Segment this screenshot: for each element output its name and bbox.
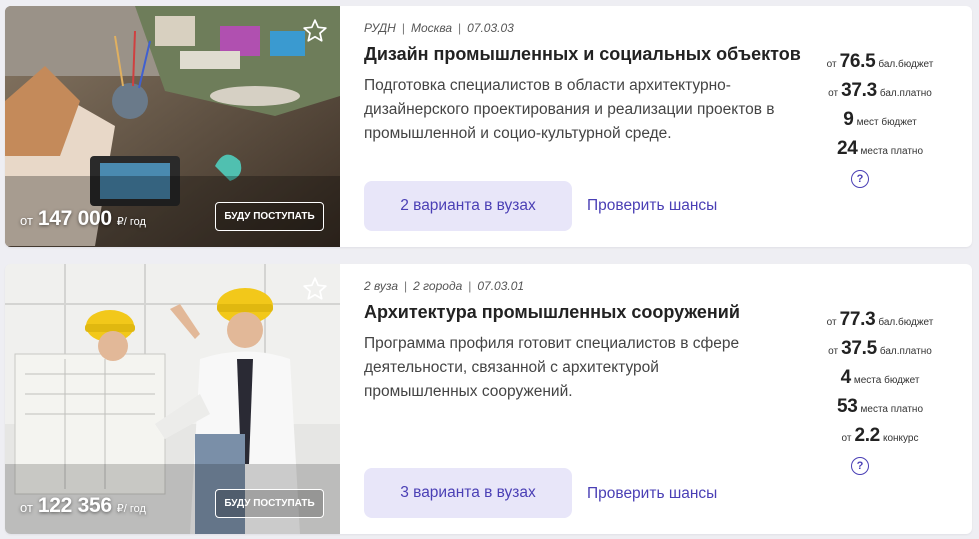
stat-value: 53 (836, 396, 858, 417)
help-icon[interactable]: ? (851, 170, 869, 188)
stat-label: места платно (860, 146, 924, 157)
price-from: от (20, 500, 33, 515)
price-amount: 147 000 (37, 207, 112, 230)
stat-value: 9 (843, 109, 854, 130)
program-photo[interactable]: от 147 000 ₽/ год БУДУ ПОСТУПАТЬ (5, 6, 340, 247)
program-description: Программа профиля готовит специалистов в… (364, 335, 740, 400)
meta-separator: | (404, 279, 408, 293)
stat-value: 4 (840, 367, 852, 388)
stat-paid-score: от 37.3 бал.платно (825, 80, 935, 102)
program-title[interactable]: Архитектура промышленных сооружений (364, 302, 740, 323)
program-info: 2 вуза | 2 города | 07.03.01 Архитектура… (364, 264, 804, 534)
check-chances-link[interactable]: Проверить шансы (587, 485, 717, 503)
meta-university[interactable]: РУДН (364, 21, 396, 35)
price-unit: ₽/ год (116, 503, 146, 515)
stat-paid-score: от 37.5 бал.платно (825, 338, 935, 360)
price: от 147 000 ₽/ год (20, 207, 146, 231)
meta-universities[interactable]: 2 вуза (364, 279, 398, 293)
stat-value: 24 (836, 138, 858, 159)
favorite-button[interactable] (302, 276, 330, 304)
stat-value: 77.3 (839, 309, 876, 330)
stat-label: бал.платно (879, 88, 932, 99)
price-amount: 122 356 (37, 494, 112, 517)
stat-label: бал.бюджет (878, 59, 934, 70)
meta-cities: 2 города (413, 279, 463, 293)
stat-prefix: от (826, 317, 837, 328)
price: от 122 356 ₽/ год (20, 494, 146, 518)
stat-label: места платно (860, 404, 924, 415)
stat-label: бал.платно (879, 346, 932, 357)
program-photo[interactable]: от 122 356 ₽/ год БУДУ ПОСТУПАТЬ (5, 264, 340, 534)
check-chances-link[interactable]: Проверить шансы (587, 197, 717, 215)
apply-button[interactable]: БУДУ ПОСТУПАТЬ (215, 202, 324, 231)
stat-competition: от 2.2 конкурс (825, 425, 935, 447)
meta-separator: | (468, 279, 472, 293)
meta-separator: | (401, 21, 405, 35)
stat-budget-places: 4 места бюджет (825, 367, 935, 389)
stat-prefix: от (828, 346, 839, 357)
stat-paid-places: 24 места платно (825, 138, 935, 160)
program-description: Подготовка специалистов в области архите… (364, 77, 775, 142)
stat-paid-places: 53 места платно (825, 396, 935, 418)
program-info: РУДН | Москва | 07.03.03 Дизайн промышле… (364, 6, 804, 247)
star-icon (303, 277, 327, 300)
apply-button[interactable]: БУДУ ПОСТУПАТЬ (215, 489, 324, 518)
star-icon (303, 19, 327, 42)
stat-budget-places: 9 мест бюджет (825, 109, 935, 131)
stat-prefix: от (841, 433, 852, 444)
stat-label: бал.бюджет (878, 317, 934, 328)
stat-value: 76.5 (839, 51, 876, 72)
stat-value: 37.5 (841, 338, 877, 359)
stat-budget-score: от 77.3 бал.бюджет (825, 309, 935, 331)
stat-label: конкурс (882, 433, 919, 444)
program-title[interactable]: Дизайн промышленных и социальных объекто… (364, 44, 801, 65)
stat-label: места бюджет (853, 375, 920, 386)
stat-prefix: от (828, 88, 839, 99)
program-meta: РУДН | Москва | 07.03.03 (364, 21, 514, 35)
variants-button[interactable]: 3 варианта в вузах (364, 468, 572, 518)
meta-city: Москва (410, 21, 452, 35)
stat-prefix: от (826, 59, 837, 70)
meta-separator: | (458, 21, 462, 35)
stat-value: 2.2 (854, 425, 880, 446)
variants-button[interactable]: 2 варианта в вузах (364, 181, 572, 231)
meta-code: 07.03.01 (477, 279, 525, 293)
program-card[interactable]: от 147 000 ₽/ год БУДУ ПОСТУПАТЬ РУДН | … (5, 6, 972, 247)
stat-value: 37.3 (841, 80, 877, 101)
stat-label: мест бюджет (856, 117, 917, 128)
price-unit: ₽/ год (116, 216, 146, 228)
meta-code: 07.03.03 (467, 21, 514, 35)
help-icon[interactable]: ? (851, 457, 869, 475)
price-from: от (20, 213, 33, 228)
stat-budget-score: от 76.5 бал.бюджет (825, 51, 935, 73)
program-meta: 2 вуза | 2 города | 07.03.01 (364, 279, 524, 293)
favorite-button[interactable] (302, 18, 330, 46)
program-card[interactable]: от 122 356 ₽/ год БУДУ ПОСТУПАТЬ 2 вуза … (5, 264, 972, 534)
